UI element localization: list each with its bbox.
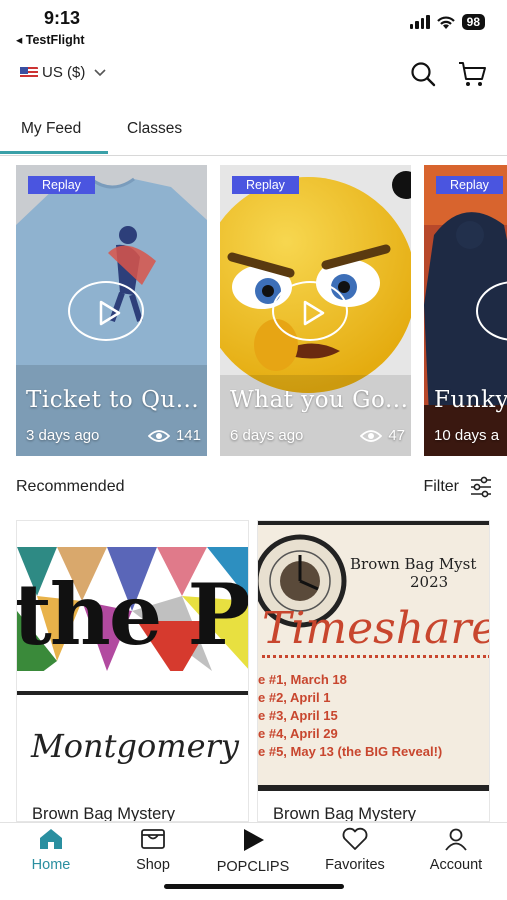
back-to-testflight-link[interactable]: ◂ TestFlight xyxy=(16,32,85,47)
product-image: Brown Bag Myst 2023 Timeshare e #1, Marc… xyxy=(258,521,490,791)
replay-badge: Replay xyxy=(436,176,503,194)
nav-favorites[interactable]: Favorites xyxy=(310,827,400,873)
currency-label: US ($) xyxy=(42,64,86,81)
currency-selector[interactable]: US ($) xyxy=(20,64,107,81)
wifi-icon xyxy=(436,16,455,29)
tab-my-feed[interactable]: My Feed xyxy=(21,120,81,138)
shop-icon xyxy=(141,829,165,849)
cellular-signal-icon xyxy=(409,15,430,29)
product-card[interactable]: the P Montgomery Brown Bag Mystery xyxy=(16,520,249,822)
product-name: Brown Bag Mystery xyxy=(273,805,417,822)
feed-card[interactable]: Replay Funky 10 days a xyxy=(424,165,507,456)
artwork-text-montgomery: Montgomery xyxy=(31,727,239,765)
feed-card-meta: 6 days ago 47 xyxy=(230,427,405,444)
feed-card-meta: 3 days ago 141 xyxy=(26,427,201,444)
person-icon xyxy=(445,828,467,851)
product-image: the P Montgomery xyxy=(17,521,249,791)
tab-classes[interactable]: Classes xyxy=(127,120,182,138)
top-actions xyxy=(409,60,487,88)
nav-home[interactable]: Home xyxy=(6,827,96,873)
feed-card-age: 10 days a xyxy=(434,427,500,444)
eye-icon xyxy=(147,429,170,442)
feed-card-age: 3 days ago xyxy=(26,427,100,444)
filter-label: Filter xyxy=(423,478,459,495)
battery-indicator: 98 xyxy=(461,14,485,30)
artwork-year: 2023 xyxy=(410,573,449,591)
artwork-title: Timeshare xyxy=(262,603,490,654)
eye-icon xyxy=(360,429,383,442)
play-icon xyxy=(244,829,264,851)
replay-badge: Replay xyxy=(232,176,299,194)
feed-carousel[interactable]: Replay Ticket to Qu... 3 days ago 141 Re… xyxy=(16,165,507,457)
feed-card-age: 6 days ago xyxy=(230,427,304,444)
product-name: Brown Bag Mystery xyxy=(32,805,176,822)
nav-popclips-label: POPCLIPS xyxy=(216,859,290,875)
search-icon[interactable] xyxy=(409,60,437,88)
nav-favorites-label: Favorites xyxy=(325,857,385,873)
nav-account[interactable]: Account xyxy=(411,827,501,873)
nav-account-label: Account xyxy=(429,857,483,873)
feed-card-meta: 10 days a xyxy=(434,427,507,444)
heart-icon xyxy=(342,827,368,850)
feed-card-title: Ticket to Qu... xyxy=(26,387,200,413)
view-count-value: 141 xyxy=(175,427,201,444)
recommended-header: Recommended Filter xyxy=(16,476,493,502)
view-count-value: 47 xyxy=(388,427,405,444)
feed-card[interactable]: Replay Ticket to Qu... 3 days ago 141 xyxy=(16,165,207,456)
home-icon xyxy=(40,829,62,849)
feed-tabs: My Feed Classes xyxy=(0,108,507,156)
nav-shop-label: Shop xyxy=(136,857,170,873)
top-bar: US ($) xyxy=(0,56,507,96)
play-icon xyxy=(99,300,121,326)
artwork-heading: Brown Bag Myst xyxy=(350,555,477,573)
cart-icon[interactable] xyxy=(457,60,487,88)
artwork-dates: e #1, March 18 e #2, April 1 e #3, April… xyxy=(258,672,443,759)
replay-badge: Replay xyxy=(28,176,95,194)
home-indicator[interactable] xyxy=(164,884,344,889)
view-count: 47 xyxy=(360,427,405,444)
recommended-title: Recommended xyxy=(16,478,125,495)
play-button[interactable] xyxy=(68,281,144,341)
chevron-down-icon xyxy=(94,68,106,76)
nav-popclips[interactable]: POPCLIPS xyxy=(208,827,298,875)
status-time: 9:13 xyxy=(44,8,81,28)
status-icons: 98 xyxy=(409,14,485,30)
filter-button[interactable]: Filter xyxy=(423,476,493,498)
play-icon xyxy=(303,300,325,326)
feed-card-title: What you Go... xyxy=(230,387,409,413)
nav-shop[interactable]: Shop xyxy=(108,827,198,873)
feed-card-title: Funky xyxy=(434,387,507,413)
active-tab-indicator xyxy=(0,151,108,154)
product-card[interactable]: Brown Bag Myst 2023 Timeshare e #1, Marc… xyxy=(257,520,490,822)
artwork-text-the-p: the P xyxy=(17,565,249,664)
feed-card[interactable]: Replay What you Go... 6 days ago 47 xyxy=(220,165,411,456)
play-button[interactable] xyxy=(272,281,348,341)
us-flag-icon xyxy=(20,66,38,79)
status-bar: 9:13 ◂ TestFlight 98 xyxy=(0,0,507,52)
sliders-icon xyxy=(471,476,491,498)
nav-home-label: Home xyxy=(31,857,71,873)
view-count: 141 xyxy=(147,427,201,444)
